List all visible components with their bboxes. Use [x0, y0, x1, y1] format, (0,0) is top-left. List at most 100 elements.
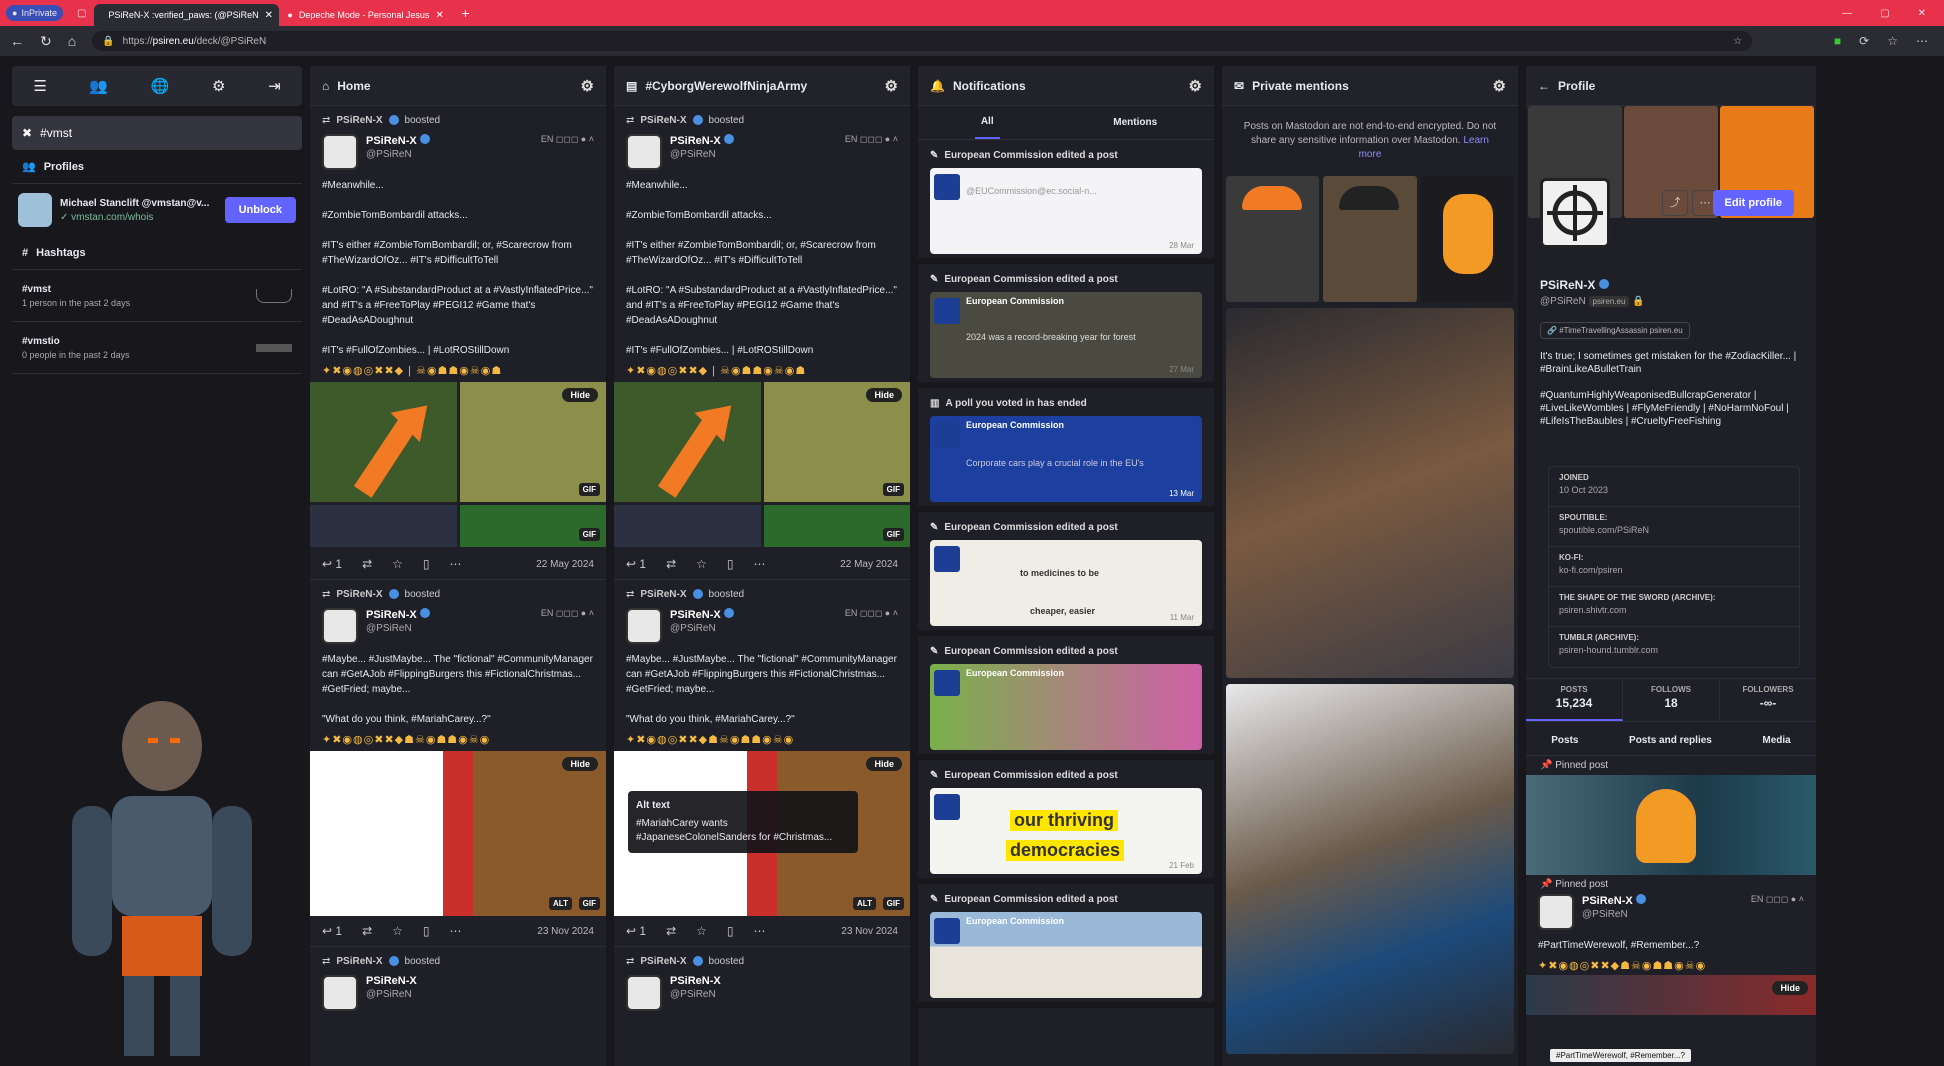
hide-media-button[interactable]: Hide [866, 388, 902, 402]
stat-followers[interactable]: FOLLOWERS -∞- [1720, 679, 1816, 721]
booster-name[interactable]: PSiReN-X [336, 956, 382, 967]
column-settings-icon[interactable]: ⚙ [1493, 77, 1506, 95]
post-author[interactable]: PSiReN-X @PSiReN [310, 971, 606, 1015]
media-gallery[interactable]: Hide GIF GIF [614, 382, 910, 547]
post-author[interactable]: PSiReN-X @PSiReN EN ◻◻◻ ● ˄ [310, 604, 606, 648]
more-icon[interactable]: ⋯ [754, 924, 766, 938]
pinned-media[interactable]: Hide [1526, 975, 1816, 1015]
avatar[interactable] [322, 134, 358, 170]
booster-name[interactable]: PSiReN-X [640, 589, 686, 600]
status-card[interactable]: to medicines to be cheaper, easier 11 Mar [930, 540, 1202, 626]
edit-profile-button[interactable]: Edit profile [1712, 190, 1794, 216]
field-value[interactable]: ko-fi.com/psiren [1559, 565, 1789, 575]
close-window-icon[interactable]: ✕ [1918, 8, 1926, 19]
status-card[interactable]: European Commission [930, 912, 1202, 998]
pinned-media[interactable] [1526, 775, 1816, 875]
notification[interactable]: ✎ European Commission edited a post Europe… [918, 264, 1214, 388]
column-settings-icon[interactable]: ⚙ [1189, 77, 1202, 95]
status-card[interactable]: our thriving democracies 21 Feb [930, 788, 1202, 874]
notification[interactable]: ✎ European Commission edited a post @EUCom… [918, 140, 1214, 264]
field-value[interactable]: psiren.shivtr.com [1559, 605, 1789, 615]
post-date[interactable]: 22 May 2024 [840, 559, 898, 570]
status-card[interactable]: European Commission 2024 was a record-bre… [930, 292, 1202, 378]
post[interactable]: ⇄ PSiReN-X boosted PSiReN-X @PSiReN EN ◻◻◻ … [310, 110, 606, 579]
post-date[interactable]: 23 Nov 2024 [841, 926, 898, 937]
refresh-icon[interactable]: ↻ [40, 33, 52, 50]
minimize-icon[interactable]: — [1842, 8, 1852, 19]
back-arrow-icon[interactable]: ← [1538, 79, 1550, 93]
favorites-icon[interactable]: ☆ [1887, 34, 1898, 48]
media-thumbnail[interactable]: GIF [459, 505, 606, 547]
post[interactable]: ⇄ PSiReN-X boosted PSiReN-X @PSiReN EN ◻◻◻ … [614, 110, 910, 579]
bookmark-icon[interactable]: ▯ [423, 557, 430, 571]
menu-icon[interactable]: ☰ [33, 77, 46, 95]
hashtag-result[interactable]: #vmstio 0 people in the past 2 days [12, 322, 302, 374]
hide-media-button[interactable]: Hide [562, 388, 598, 402]
tab-media[interactable]: Media [1762, 735, 1790, 746]
pirate-artwork-image[interactable] [1226, 684, 1514, 1054]
settings-icon[interactable]: ⚙ [212, 77, 225, 95]
media-thumbnail[interactable] [310, 505, 457, 547]
star-icon[interactable]: ☆ [1733, 36, 1742, 47]
hashtag-result[interactable]: #vmst 1 person in the past 2 days [12, 270, 302, 322]
reply-icon[interactable]: ↩ 1 [322, 557, 342, 571]
favourite-icon[interactable]: ☆ [696, 924, 707, 938]
tab-all[interactable]: All [974, 106, 1000, 139]
media-thumbnail[interactable] [614, 505, 761, 547]
bookmark-icon[interactable]: ▯ [727, 924, 734, 938]
boost-icon[interactable]: ⇄ [362, 924, 372, 938]
notification[interactable]: ✎ European Commission edited a post Europe… [918, 884, 1214, 1008]
notification[interactable]: ✎ European Commission edited a post our th… [918, 760, 1214, 884]
notification[interactable]: ▥ A poll you voted in has ended European C… [918, 388, 1214, 512]
profile-result[interactable]: Michael Stanclift @vmstan@v... ✓ vmstan.… [12, 184, 302, 236]
extension-icon[interactable]: ■ [1834, 34, 1841, 48]
back-icon[interactable]: ← [10, 33, 24, 49]
media-gallery[interactable]: Hide GIF GIF [310, 382, 606, 547]
post[interactable]: ⇄ PSiReN-X boosted PSiReN-X @PSiReN EN ◻◻◻ … [614, 584, 910, 946]
field-value[interactable]: psiren-hound.tumblr.com [1559, 645, 1789, 655]
hide-media-button[interactable]: Hide [562, 757, 598, 771]
tab-posts-and-replies[interactable]: Posts and replies [1629, 735, 1712, 746]
boost-icon[interactable]: ⇄ [362, 557, 372, 571]
menu-dots-icon[interactable]: ⋯ [1916, 34, 1928, 48]
avatar[interactable] [322, 608, 358, 644]
media-image[interactable]: Hide ALT GIF [310, 751, 606, 916]
logout-icon[interactable]: ⇥ [268, 77, 281, 95]
alt-badge[interactable]: ALT [549, 897, 572, 910]
avatar[interactable] [322, 975, 358, 1011]
media-thumbnail[interactable]: GIF [763, 505, 910, 547]
hide-media-button[interactable]: Hide [866, 757, 902, 771]
bookmark-icon[interactable]: ▯ [727, 557, 734, 571]
post-author[interactable]: PSiReN-X @PSiReN EN ◻◻◻ ● ˄ [1526, 890, 1816, 934]
avatar[interactable] [1538, 894, 1574, 930]
maximize-icon[interactable]: ▢ [1880, 8, 1889, 19]
hide-media-button[interactable]: Hide [1772, 981, 1808, 995]
boost-icon[interactable]: ⇄ [666, 557, 676, 571]
close-tab-icon[interactable]: ✕ [435, 10, 443, 21]
bookmark-icon[interactable]: ▯ [423, 924, 430, 938]
stat-follows[interactable]: FOLLOWS 18 [1623, 679, 1720, 721]
booster-name[interactable]: PSiReN-X [336, 589, 382, 600]
avatar[interactable] [626, 975, 662, 1011]
more-icon[interactable]: ⋯ [450, 557, 462, 571]
status-card[interactable]: European Commission Corporate cars play a… [930, 416, 1202, 502]
more-icon[interactable]: ⋯ [450, 924, 462, 938]
tab-mentions[interactable]: Mentions [1113, 117, 1157, 128]
tab-actions-icon[interactable]: ▢ [77, 8, 86, 19]
column-settings-icon[interactable]: ⚙ [885, 77, 898, 95]
globe-icon[interactable]: 🌐 [151, 77, 170, 95]
reply-icon[interactable]: ↩ 1 [322, 924, 342, 938]
favourite-icon[interactable]: ☆ [696, 557, 707, 571]
stat-posts[interactable]: POSTS 15,234 [1526, 679, 1623, 721]
close-tab-icon[interactable]: ✕ [265, 10, 273, 21]
search-input[interactable]: ✖ #vmst [12, 116, 302, 150]
new-tab-icon[interactable]: + [461, 5, 469, 21]
boost-icon[interactable]: ⇄ [666, 924, 676, 938]
post-date[interactable]: 22 May 2024 [536, 559, 594, 570]
clear-search-icon[interactable]: ✖ [22, 126, 32, 140]
column-settings-icon[interactable]: ⚙ [581, 77, 594, 95]
inprivate-badge[interactable]: ● InPrivate [6, 5, 63, 21]
avatar[interactable] [626, 134, 662, 170]
favourite-icon[interactable]: ☆ [392, 924, 403, 938]
post-author[interactable]: PSiReN-X @PSiReN EN ◻◻◻ ● ˄ [614, 130, 910, 174]
